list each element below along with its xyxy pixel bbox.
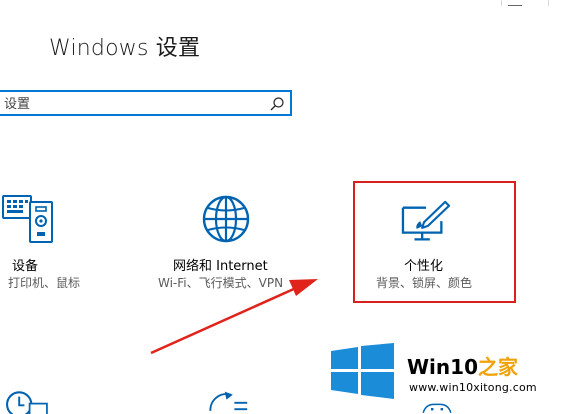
tile-devices[interactable]: 设备 打印机、鼠标 <box>0 190 110 290</box>
highlight-box <box>353 181 516 303</box>
watermark-url: www.win10xitong.com <box>409 381 537 394</box>
window-control-divider <box>501 0 503 6</box>
search-input[interactable] <box>4 94 266 114</box>
tile-network-internet[interactable]: 网络和 Internet Wi-Fi、飞行模式、VPN <box>150 190 310 290</box>
tile-title: 网络和 Internet <box>173 259 268 274</box>
windows-logo-icon <box>331 343 394 399</box>
watermark-brand: Win10之家 <box>407 351 518 380</box>
gaming-icon[interactable] <box>412 402 462 414</box>
tile-subtitle: Wi-Fi、飞行模式、VPN <box>158 276 284 290</box>
search-box[interactable] <box>0 90 292 116</box>
watermark-brand-prefix: Win10 <box>407 355 478 379</box>
minimize-icon[interactable] <box>508 5 522 6</box>
search-icon[interactable] <box>269 96 285 112</box>
update-security-icon[interactable] <box>200 390 256 414</box>
window-control-divider <box>548 0 550 6</box>
watermark-brand-suffix: 之家 <box>478 355 518 379</box>
globe-icon <box>202 195 250 243</box>
tile-title: 设备 <box>12 259 39 274</box>
time-language-icon[interactable] <box>2 388 52 414</box>
page-title: Windows 设置 <box>49 36 201 61</box>
devices-keyboard-icon <box>2 195 53 243</box>
tile-subtitle: 打印机、鼠标 <box>8 276 81 290</box>
